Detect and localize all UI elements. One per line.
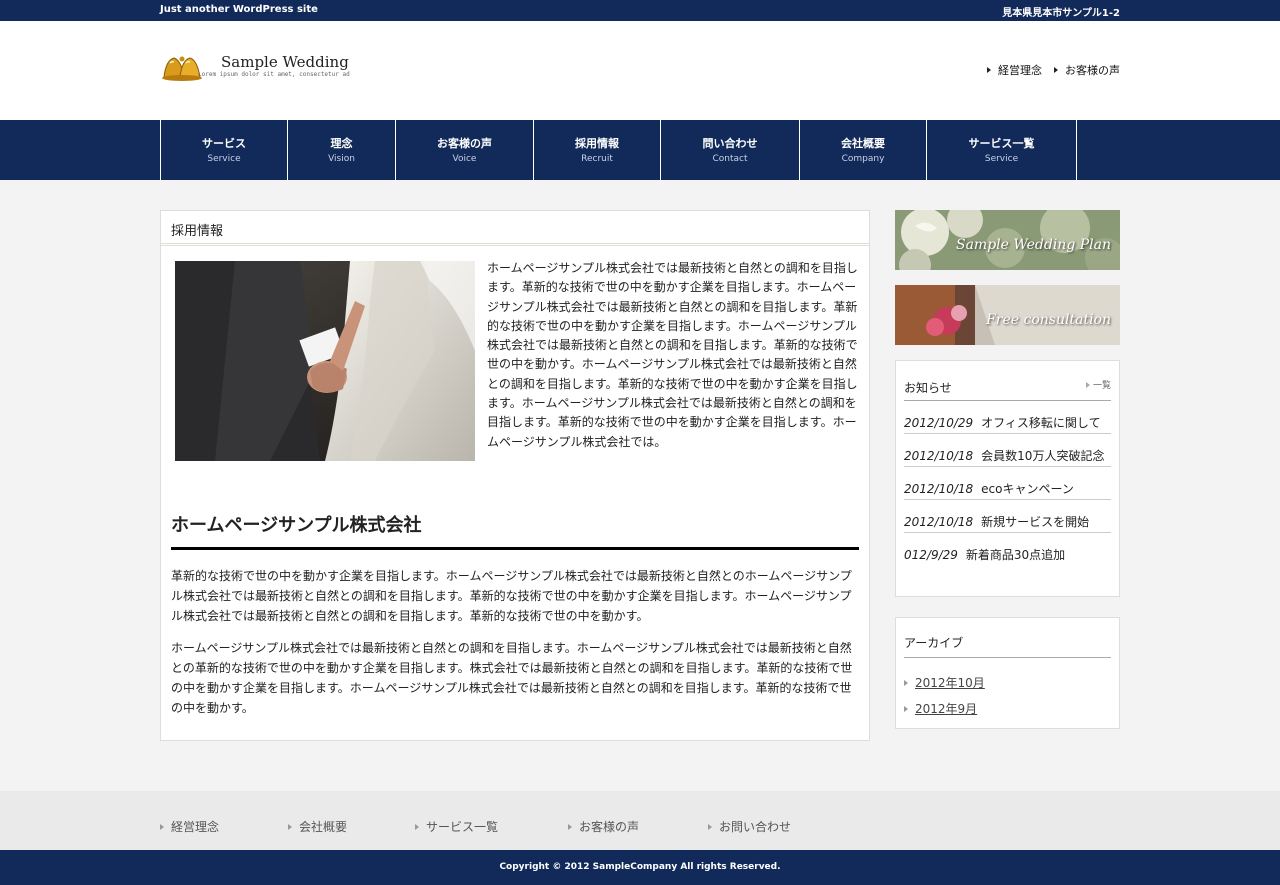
triangle-right-icon — [1054, 67, 1058, 73]
archive-label: 2012年9月 — [915, 702, 978, 716]
news-date: 2012/10/18 — [904, 515, 974, 529]
header-link-label: お客様の声 — [1065, 64, 1120, 77]
footer-navigation: 経営理念 会社概要 サービス一覧 お客様の声 お問い合わせ — [0, 791, 1280, 851]
footer-link-service-list[interactable]: サービス一覧 — [415, 818, 498, 835]
triangle-right-icon — [415, 823, 419, 830]
nav-sublabel: Vision — [328, 154, 355, 164]
news-item[interactable]: 2012/10/18 ecoキャンペーン — [904, 467, 1111, 500]
footer-link-label: 経営理念 — [171, 820, 220, 834]
news-text: 新規サービスを開始 — [981, 515, 1090, 529]
news-item[interactable]: 2012/10/29 オフィス移転に関して — [904, 401, 1111, 434]
news-date: 012/9/29 — [904, 548, 958, 562]
copyright: Copyright © 2012 SampleCompany All right… — [0, 850, 1280, 885]
triangle-right-icon — [160, 823, 164, 830]
nav-label: 採用情報 — [575, 137, 619, 150]
nav-label: お客様の声 — [437, 137, 492, 150]
news-text: ecoキャンペーン — [981, 482, 1074, 496]
company-heading: ホームページサンプル株式会社 — [171, 511, 859, 550]
header-links: 経営理念 お客様の声 — [987, 62, 1120, 78]
news-widget-header: お知らせ 一覧 — [904, 361, 1111, 401]
nav-item-recruit[interactable]: 採用情報 Recruit — [534, 120, 661, 180]
news-date: 2012/10/18 — [904, 449, 974, 463]
main-content: 採用情報 ホームページサンプル株式会社では最新技術と自然との調和を目指します。革… — [160, 210, 870, 741]
nav-sublabel: Contact — [712, 154, 748, 164]
page-title: 採用情報 — [161, 211, 869, 246]
nav-item-vision[interactable]: 理念 Vision — [288, 120, 396, 180]
footer-link-label: お客様の声 — [579, 820, 640, 834]
wedding-plan-banner[interactable]: Sample Wedding Plan — [895, 210, 1120, 270]
archive-widget: アーカイブ 2012年10月 2012年9月 — [895, 617, 1120, 729]
nav-sublabel: Voice — [452, 154, 477, 164]
nav-label: 理念 — [330, 137, 353, 150]
header-link-voice[interactable]: お客様の声 — [1054, 62, 1120, 78]
logo-subtitle: Lorem ipsum dolor sit amet, consectetur … — [198, 71, 350, 78]
site-logo[interactable]: Sample Wedding Lorem ipsum dolor sit ame… — [160, 51, 380, 87]
nav-sublabel: Service — [984, 154, 1019, 164]
nav-sublabel: Recruit — [581, 154, 613, 164]
top-bar: Just another WordPress site 見本県見本市サンプル1-… — [0, 0, 1280, 21]
nav-label: 問い合わせ — [702, 137, 758, 150]
footer-link-contact[interactable]: お問い合わせ — [708, 818, 791, 835]
footer-link-company[interactable]: 会社概要 — [288, 818, 347, 835]
news-widget: お知らせ 一覧 2012/10/29 オフィス移転に関して 2012/10/18 会… — [895, 360, 1120, 597]
archive-label: 2012年10月 — [915, 676, 985, 690]
archive-title: アーカイブ — [904, 618, 1111, 658]
nav-label: サービス一覧 — [968, 137, 1035, 150]
footer-link-label: サービス一覧 — [426, 820, 499, 834]
wedding-bells-icon — [162, 56, 202, 81]
site-header: Sample Wedding Lorem ipsum dolor sit ame… — [0, 21, 1280, 120]
company-address: 見本県見本市サンプル1-2 — [1002, 8, 1120, 19]
header-link-label: 経営理念 — [998, 64, 1042, 77]
nav-item-company[interactable]: 会社概要 Company — [800, 120, 927, 180]
nav-sublabel: Service — [207, 154, 241, 164]
body-paragraph: 革新的な技術で世の中を動かす企業を目指します。ホームページサンプル株式会社では最… — [171, 569, 852, 623]
triangle-right-icon — [1085, 381, 1090, 388]
footer-link-voice[interactable]: お客様の声 — [568, 818, 639, 835]
archive-link[interactable]: 2012年9月 — [904, 700, 1111, 717]
news-text: 新着商品30点追加 — [965, 548, 1066, 562]
banner-caption: Free consultation — [986, 312, 1111, 328]
nav-label: 会社概要 — [841, 137, 885, 150]
archive-link[interactable]: 2012年10月 — [904, 674, 1111, 691]
news-text: オフィス移転に関して — [981, 416, 1101, 430]
footer-link-philosophy[interactable]: 経営理念 — [160, 818, 219, 835]
logo-title: Sample Wedding — [221, 53, 349, 71]
nav-label: サービス — [202, 137, 246, 150]
free-consultation-banner[interactable]: Free consultation — [895, 285, 1120, 345]
site-tagline: Just another WordPress site — [160, 4, 318, 15]
intro-text: ホームページサンプル株式会社では最新技術と自然との調和を目指します。革新的な技術… — [487, 261, 858, 449]
news-item[interactable]: 2012/10/18 会員数10万人突破記念 — [904, 434, 1111, 467]
triangle-right-icon — [904, 705, 908, 712]
news-date: 2012/10/18 — [904, 482, 974, 496]
news-more-link[interactable]: 一覧 — [1085, 378, 1111, 391]
news-text: 会員数10万人突破記念 — [981, 449, 1105, 463]
triangle-right-icon — [904, 679, 908, 686]
wedding-photo — [175, 261, 475, 461]
triangle-right-icon — [288, 823, 292, 830]
nav-item-voice[interactable]: お客様の声 Voice — [396, 120, 534, 180]
more-label: 一覧 — [1092, 381, 1111, 391]
news-item[interactable]: 2012/10/18 新規サービスを開始 — [904, 500, 1111, 533]
header-link-philosophy[interactable]: 経営理念 — [987, 62, 1042, 78]
footer-link-label: お問い合わせ — [719, 820, 792, 834]
nav-item-contact[interactable]: 問い合わせ Contact — [661, 120, 800, 180]
triangle-right-icon — [987, 67, 991, 73]
news-item[interactable]: 012/9/29 新着商品30点追加 — [904, 533, 1111, 566]
triangle-right-icon — [708, 823, 712, 830]
nav-item-service-list[interactable]: サービス一覧 Service — [927, 120, 1077, 180]
triangle-right-icon — [568, 823, 572, 830]
nav-sublabel: Company — [841, 154, 885, 164]
wedding-couple-image — [175, 261, 475, 461]
body-paragraph: ホームページサンプル株式会社では最新技術と自然との調和を目指します。ホームページ… — [171, 641, 853, 715]
banner-caption: Sample Wedding Plan — [955, 237, 1111, 253]
news-date: 2012/10/29 — [904, 416, 974, 430]
news-title: お知らせ — [904, 381, 952, 395]
nav-item-service[interactable]: サービス Service — [161, 120, 288, 180]
main-navigation: サービス Service 理念 Vision お客様の声 Voice 採用情報 Recr… — [0, 120, 1280, 180]
footer-link-label: 会社概要 — [299, 820, 348, 834]
